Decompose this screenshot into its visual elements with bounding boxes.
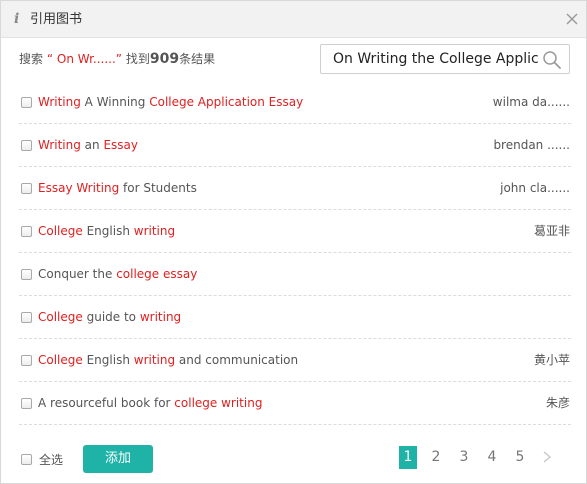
book-title-link[interactable]: Essay Writing for Students bbox=[38, 179, 197, 197]
dialog-titlebar: i 引用图书 bbox=[1, 1, 586, 38]
book-title-link[interactable]: College English writing and communicatio… bbox=[38, 351, 298, 369]
book-author: wilma da...... bbox=[492, 95, 570, 109]
result-row: College guide to writing bbox=[1, 296, 587, 339]
row-divider bbox=[19, 424, 571, 425]
title-keyword-highlight: college writing bbox=[174, 396, 263, 410]
add-button[interactable]: 添加 bbox=[83, 445, 153, 473]
book-title-link[interactable]: A resourceful book for college writing bbox=[38, 394, 262, 412]
title-keyword-highlight: Writing bbox=[38, 95, 81, 109]
title-keyword-highlight: College Application Essay bbox=[149, 95, 304, 109]
dialog-title: 引用图书 bbox=[30, 12, 83, 27]
search-input[interactable] bbox=[321, 45, 539, 73]
book-title-link[interactable]: Conquer the college essay bbox=[38, 265, 197, 283]
title-text: Conquer the bbox=[38, 267, 117, 281]
result-count: 909 bbox=[149, 51, 180, 67]
result-row: Conquer the college essay bbox=[1, 253, 587, 296]
title-text: A resourceful book for bbox=[38, 396, 175, 410]
result-checkbox[interactable] bbox=[21, 398, 32, 409]
result-row: Writing A Winning College Application Es… bbox=[1, 81, 587, 124]
page-3-button[interactable]: 3 bbox=[455, 446, 473, 469]
search-icon[interactable] bbox=[542, 50, 562, 70]
search-box bbox=[320, 44, 570, 74]
book-author: 葛亚非 bbox=[533, 224, 570, 238]
title-text: English bbox=[82, 224, 134, 238]
result-checkbox[interactable] bbox=[21, 140, 32, 151]
title-keyword-highlight: Essay Writing bbox=[38, 181, 120, 195]
book-author: 朱彦 bbox=[545, 396, 570, 410]
title-keyword-highlight: College bbox=[38, 310, 83, 324]
title-text: for Students bbox=[119, 181, 197, 195]
search-summary-found: 找到 bbox=[125, 52, 150, 66]
title-keyword-highlight: college essay bbox=[116, 267, 198, 281]
cite-book-dialog: i 引用图书 搜索 “ On Wr......” 找到909条结果 Writin… bbox=[0, 0, 587, 484]
title-text: English bbox=[82, 353, 134, 367]
result-row: Essay Writing for Students john cla...... bbox=[1, 167, 587, 210]
page-1-button[interactable]: 1 bbox=[399, 446, 417, 469]
book-title-link[interactable]: College English writing bbox=[38, 222, 175, 240]
title-keyword-highlight: Writing bbox=[38, 138, 81, 152]
page-2-button[interactable]: 2 bbox=[427, 446, 445, 469]
title-keyword-highlight: writing bbox=[133, 353, 176, 367]
result-checkbox[interactable] bbox=[21, 226, 32, 237]
search-summary-suffix: 条结果 bbox=[179, 52, 216, 66]
chevron-right-icon[interactable] bbox=[541, 450, 553, 464]
info-icon: i bbox=[14, 11, 20, 27]
result-checkbox[interactable] bbox=[21, 97, 32, 108]
close-icon[interactable] bbox=[564, 11, 580, 27]
title-text: A Winning bbox=[80, 95, 150, 109]
page-4-button[interactable]: 4 bbox=[483, 446, 501, 469]
result-row: College English writing 葛亚非 bbox=[1, 210, 587, 253]
result-row: A resourceful book for college writing 朱彦 bbox=[1, 382, 587, 425]
book-title-link[interactable]: College guide to writing bbox=[38, 308, 181, 326]
book-author: 黄小苹 bbox=[533, 353, 570, 367]
title-keyword-highlight: Essay bbox=[103, 138, 138, 152]
result-checkbox[interactable] bbox=[21, 183, 32, 194]
title-text: an bbox=[80, 138, 104, 152]
result-checkbox[interactable] bbox=[21, 269, 32, 280]
book-title-link[interactable]: Writing A Winning College Application Es… bbox=[38, 93, 303, 111]
search-summary: 搜索 “ On Wr......” 找到909条结果 bbox=[19, 50, 215, 68]
select-all-label[interactable]: 全选 bbox=[39, 451, 63, 469]
title-keyword-highlight: College bbox=[38, 353, 83, 367]
title-text: guide to bbox=[82, 310, 140, 324]
title-keyword-highlight: writing bbox=[133, 224, 176, 238]
title-text: and communication bbox=[175, 353, 299, 367]
title-keyword-highlight: writing bbox=[139, 310, 182, 324]
select-all-checkbox[interactable] bbox=[21, 454, 32, 465]
result-checkbox[interactable] bbox=[21, 312, 32, 323]
book-author: brendan ...... bbox=[493, 138, 570, 152]
search-summary-prefix: 搜索 bbox=[19, 52, 44, 66]
result-row: Writing an Essay brendan ...... bbox=[1, 124, 587, 167]
book-author: john cla...... bbox=[500, 181, 570, 195]
search-summary-keyword: “ On Wr......” bbox=[46, 52, 123, 66]
book-title-link[interactable]: Writing an Essay bbox=[38, 136, 138, 154]
result-checkbox[interactable] bbox=[21, 355, 32, 366]
result-row: College English writing and communicatio… bbox=[1, 339, 587, 382]
title-keyword-highlight: College bbox=[38, 224, 83, 238]
page-5-button[interactable]: 5 bbox=[511, 446, 529, 469]
